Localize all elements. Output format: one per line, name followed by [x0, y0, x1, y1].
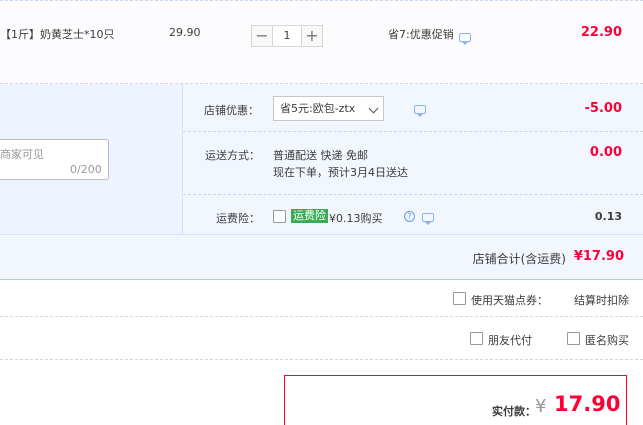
- quantity-decrease-button[interactable]: −: [251, 25, 273, 47]
- divider: [183, 131, 643, 132]
- discount-amount: -5.00: [584, 101, 622, 116]
- friend-pay-checkbox[interactable]: [470, 332, 483, 345]
- tmall-points-checkbox[interactable]: [453, 292, 466, 305]
- message-placeholder: 商家可见: [0, 148, 44, 161]
- item-spec: 【1斤】奶黄芝士*10只: [0, 28, 115, 41]
- quantity-input[interactable]: 1: [273, 25, 301, 47]
- chat-icon[interactable]: [413, 105, 426, 117]
- shop-total-label: 店铺合计(含运费): [472, 252, 566, 266]
- tmall-points-label: 使用天猫点券：: [471, 294, 548, 307]
- promo-text: 省7:优惠促销: [388, 28, 454, 41]
- chat-icon[interactable]: [459, 33, 471, 45]
- insurance-price: ¥0.13购买: [329, 212, 383, 225]
- insurance-amount: 0.13: [594, 210, 622, 223]
- insurance-tag: 运费险: [291, 209, 328, 223]
- insurance-label: 运费险：: [216, 212, 260, 225]
- anonymous-checkbox[interactable]: [567, 332, 580, 345]
- anonymous-label: 匿名购买: [585, 334, 629, 347]
- payment-total: 17.90: [554, 392, 621, 416]
- shipping-method: 普通配送 快递 免邮: [273, 149, 368, 162]
- divider: [183, 194, 643, 195]
- insurance-checkbox[interactable]: [273, 210, 286, 223]
- payment-label: 实付款：: [492, 405, 536, 418]
- quantity-stepper: − 1 +: [251, 25, 323, 47]
- friend-pay-label: 朋友代付: [488, 334, 532, 347]
- item-subtotal: 22.90: [580, 25, 622, 40]
- help-icon[interactable]: ?: [404, 211, 415, 222]
- payment-options-row: [0, 317, 643, 360]
- shipping-label: 运送方式：: [205, 149, 260, 162]
- promo-label: 省7:优惠促销: [388, 26, 454, 42]
- payment-currency: ¥: [535, 396, 547, 417]
- shop-total-value: ¥17.90: [573, 249, 624, 264]
- discount-select[interactable]: 省5元:欧包-ztx: [273, 96, 384, 121]
- quantity-increase-button[interactable]: +: [301, 25, 323, 47]
- message-char-count: 0/200: [70, 163, 102, 176]
- shipping-amount: 0.00: [589, 145, 622, 160]
- discount-select-value: 省5元:欧包-ztx: [280, 102, 356, 115]
- chevron-down-icon: [368, 103, 379, 114]
- chat-icon[interactable]: [422, 213, 434, 225]
- discount-label: 店铺优惠：: [204, 104, 259, 117]
- settle-deduct-text: 结算时扣除: [574, 294, 629, 307]
- shipping-eta: 现在下单，预计3月4日送达: [273, 166, 408, 179]
- item-unit-price: 29.90: [169, 26, 201, 39]
